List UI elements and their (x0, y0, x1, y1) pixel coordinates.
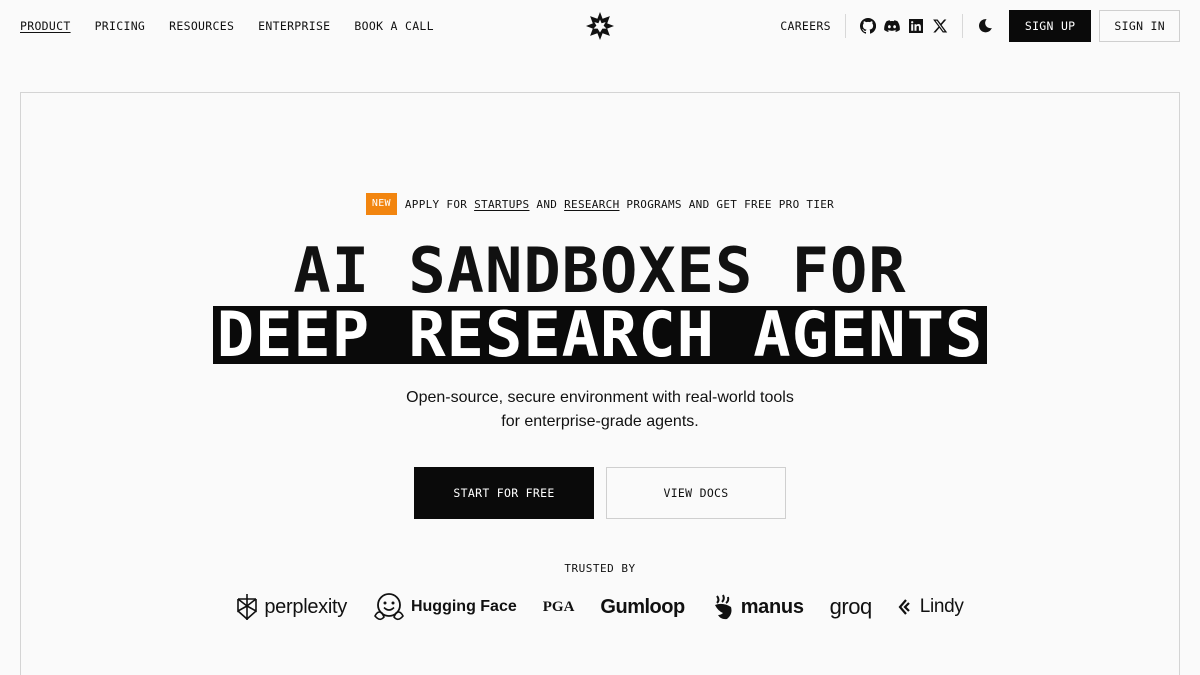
gumloop-logo: Gumloop (600, 595, 685, 619)
pga-logo: PGA (543, 599, 575, 616)
research-link[interactable]: RESEARCH (564, 198, 619, 211)
nav-resources[interactable]: RESOURCES (169, 19, 234, 33)
github-icon[interactable] (859, 18, 876, 34)
announcement-text: AND (529, 197, 565, 211)
hero-title-highlight: DEEP RESEARCH AGENTS (212, 304, 988, 366)
hugging-face-logo: Hugging Face (373, 592, 517, 622)
new-badge: NEW (365, 193, 397, 215)
hero-subtitle-line-1: Open-source, secure environment with rea… (406, 389, 794, 406)
manus-wordmark: manus (740, 595, 804, 618)
lindy-wordmark: Lindy (919, 596, 964, 617)
perplexity-icon (237, 594, 258, 620)
brand-logo-icon[interactable] (585, 11, 615, 41)
perplexity-logo: perplexity (236, 593, 347, 621)
pga-wordmark: PGA (542, 598, 575, 615)
hero-title-line-1: AI SANDBOXES FOR (293, 234, 907, 307)
startups-link[interactable]: STARTUPS (474, 198, 529, 211)
hugging-face-icon (374, 593, 404, 621)
linkedin-icon[interactable] (908, 18, 924, 34)
start-for-free-button[interactable]: START FOR FREE (414, 467, 594, 519)
nav-product[interactable]: PRODUCT (20, 19, 71, 33)
lindy-icon (898, 599, 910, 615)
nav-enterprise[interactable]: ENTERPRISE (258, 19, 330, 33)
nav-book-a-call[interactable]: BOOK A CALL (354, 19, 433, 33)
manus-icon (714, 594, 732, 620)
announcement-text: PROGRAMS AND GET FREE PRO TIER (619, 197, 835, 211)
hero-frame (20, 92, 1180, 675)
discord-icon[interactable] (884, 18, 900, 34)
nav-careers[interactable]: CAREERS (780, 19, 831, 33)
manus-logo: manus (711, 593, 804, 621)
lindy-logo: Lindy (898, 596, 964, 618)
customer-logos: perplexity Hugging Face PGA Gumloop manu… (0, 592, 1200, 622)
hero-title-line-2: DEEP RESEARCH AGENTS (0, 304, 1200, 366)
groq-logo: groq (829, 594, 873, 620)
sign-up-button[interactable]: SIGN UP (1008, 10, 1092, 42)
sign-in-button[interactable]: SIGN IN (1099, 10, 1180, 42)
announcement-bar: NEW APPLY FOR STARTUPS AND RESEARCH PROG… (0, 193, 1200, 215)
divider (961, 14, 963, 38)
trusted-by-label: TRUSTED BY (564, 562, 636, 575)
hugging-face-wordmark: Hugging Face (410, 598, 517, 615)
view-docs-button[interactable]: VIEW DOCS (606, 467, 786, 519)
x-icon[interactable] (932, 18, 948, 34)
social-links (859, 18, 948, 34)
secondary-nav: CAREERS SIGN UP SIGN IN (780, 10, 1180, 42)
hero-subtitle-line-2: for enterprise-grade agents. (501, 413, 699, 430)
cta-group: START FOR FREE VIEW DOCS (0, 467, 1200, 519)
gumloop-wordmark: Gumloop (600, 595, 685, 618)
moon-icon[interactable] (977, 18, 993, 34)
divider (844, 14, 846, 38)
nav-pricing[interactable]: PRICING (95, 19, 146, 33)
groq-wordmark: groq (829, 594, 873, 619)
perplexity-wordmark: perplexity (264, 595, 347, 618)
announcement-text: APPLY FOR (404, 197, 475, 211)
primary-nav: PRODUCT PRICING RESOURCES ENTERPRISE BOO… (20, 19, 434, 33)
